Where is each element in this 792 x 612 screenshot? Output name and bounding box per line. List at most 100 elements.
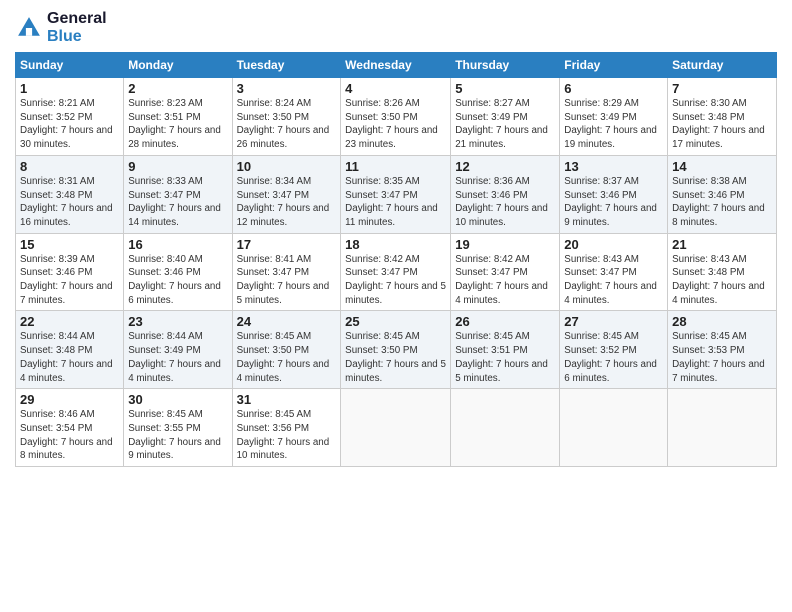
calendar-cell: 16 Sunrise: 8:40 AM Sunset: 3:46 PM Dayl…	[124, 233, 232, 311]
logo-text: General Blue	[47, 10, 107, 46]
day-info: Sunrise: 8:21 AM Sunset: 3:52 PM Dayligh…	[20, 97, 119, 152]
day-info: Sunrise: 8:44 AM Sunset: 3:49 PM Dayligh…	[128, 330, 227, 385]
calendar-cell	[668, 389, 777, 467]
day-number: 25	[345, 314, 446, 329]
day-info: Sunrise: 8:45 AM Sunset: 3:51 PM Dayligh…	[455, 330, 555, 385]
day-info: Sunrise: 8:39 AM Sunset: 3:46 PM Dayligh…	[20, 253, 119, 308]
day-info: Sunrise: 8:30 AM Sunset: 3:48 PM Dayligh…	[672, 97, 772, 152]
day-info: Sunrise: 8:44 AM Sunset: 3:48 PM Dayligh…	[20, 330, 119, 385]
weekday-header-saturday: Saturday	[668, 53, 777, 78]
day-info: Sunrise: 8:27 AM Sunset: 3:49 PM Dayligh…	[455, 97, 555, 152]
day-number: 21	[672, 237, 772, 252]
day-number: 5	[455, 81, 555, 96]
day-number: 30	[128, 392, 227, 407]
day-number: 6	[564, 81, 663, 96]
calendar-body: 1 Sunrise: 8:21 AM Sunset: 3:52 PM Dayli…	[16, 78, 777, 467]
day-number: 7	[672, 81, 772, 96]
day-number: 3	[237, 81, 337, 96]
day-number: 26	[455, 314, 555, 329]
calendar-page: General Blue SundayMondayTuesdayWednesda…	[0, 0, 792, 612]
calendar-cell: 4 Sunrise: 8:26 AM Sunset: 3:50 PM Dayli…	[341, 78, 451, 156]
day-number: 13	[564, 159, 663, 174]
day-info: Sunrise: 8:43 AM Sunset: 3:47 PM Dayligh…	[564, 253, 663, 308]
calendar-cell: 26 Sunrise: 8:45 AM Sunset: 3:51 PM Dayl…	[451, 311, 560, 389]
day-number: 22	[20, 314, 119, 329]
day-number: 19	[455, 237, 555, 252]
day-number: 18	[345, 237, 446, 252]
calendar-cell: 10 Sunrise: 8:34 AM Sunset: 3:47 PM Dayl…	[232, 155, 341, 233]
day-number: 9	[128, 159, 227, 174]
day-info: Sunrise: 8:45 AM Sunset: 3:52 PM Dayligh…	[564, 330, 663, 385]
day-info: Sunrise: 8:24 AM Sunset: 3:50 PM Dayligh…	[237, 97, 337, 152]
day-number: 15	[20, 237, 119, 252]
day-info: Sunrise: 8:26 AM Sunset: 3:50 PM Dayligh…	[345, 97, 446, 152]
day-info: Sunrise: 8:45 AM Sunset: 3:50 PM Dayligh…	[345, 330, 446, 385]
calendar-cell: 30 Sunrise: 8:45 AM Sunset: 3:55 PM Dayl…	[124, 389, 232, 467]
day-info: Sunrise: 8:46 AM Sunset: 3:54 PM Dayligh…	[20, 408, 119, 463]
day-info: Sunrise: 8:45 AM Sunset: 3:53 PM Dayligh…	[672, 330, 772, 385]
calendar-cell: 13 Sunrise: 8:37 AM Sunset: 3:46 PM Dayl…	[560, 155, 668, 233]
day-number: 11	[345, 159, 446, 174]
day-info: Sunrise: 8:42 AM Sunset: 3:47 PM Dayligh…	[345, 253, 446, 308]
day-info: Sunrise: 8:33 AM Sunset: 3:47 PM Dayligh…	[128, 175, 227, 230]
day-number: 8	[20, 159, 119, 174]
day-number: 16	[128, 237, 227, 252]
calendar-cell: 8 Sunrise: 8:31 AM Sunset: 3:48 PM Dayli…	[16, 155, 124, 233]
calendar-cell: 12 Sunrise: 8:36 AM Sunset: 3:46 PM Dayl…	[451, 155, 560, 233]
calendar-cell: 23 Sunrise: 8:44 AM Sunset: 3:49 PM Dayl…	[124, 311, 232, 389]
day-number: 27	[564, 314, 663, 329]
calendar-week-4: 22 Sunrise: 8:44 AM Sunset: 3:48 PM Dayl…	[16, 311, 777, 389]
day-number: 4	[345, 81, 446, 96]
calendar-cell	[341, 389, 451, 467]
calendar-cell: 20 Sunrise: 8:43 AM Sunset: 3:47 PM Dayl…	[560, 233, 668, 311]
weekday-header-thursday: Thursday	[451, 53, 560, 78]
day-number: 29	[20, 392, 119, 407]
calendar-cell: 24 Sunrise: 8:45 AM Sunset: 3:50 PM Dayl…	[232, 311, 341, 389]
calendar-table: SundayMondayTuesdayWednesdayThursdayFrid…	[15, 52, 777, 467]
day-info: Sunrise: 8:35 AM Sunset: 3:47 PM Dayligh…	[345, 175, 446, 230]
day-info: Sunrise: 8:38 AM Sunset: 3:46 PM Dayligh…	[672, 175, 772, 230]
day-info: Sunrise: 8:43 AM Sunset: 3:48 PM Dayligh…	[672, 253, 772, 308]
day-info: Sunrise: 8:37 AM Sunset: 3:46 PM Dayligh…	[564, 175, 663, 230]
calendar-cell: 21 Sunrise: 8:43 AM Sunset: 3:48 PM Dayl…	[668, 233, 777, 311]
day-info: Sunrise: 8:34 AM Sunset: 3:47 PM Dayligh…	[237, 175, 337, 230]
calendar-cell: 19 Sunrise: 8:42 AM Sunset: 3:47 PM Dayl…	[451, 233, 560, 311]
calendar-cell: 9 Sunrise: 8:33 AM Sunset: 3:47 PM Dayli…	[124, 155, 232, 233]
calendar-cell: 2 Sunrise: 8:23 AM Sunset: 3:51 PM Dayli…	[124, 78, 232, 156]
day-info: Sunrise: 8:42 AM Sunset: 3:47 PM Dayligh…	[455, 253, 555, 308]
day-number: 1	[20, 81, 119, 96]
day-info: Sunrise: 8:41 AM Sunset: 3:47 PM Dayligh…	[237, 253, 337, 308]
calendar-cell: 14 Sunrise: 8:38 AM Sunset: 3:46 PM Dayl…	[668, 155, 777, 233]
weekday-header-friday: Friday	[560, 53, 668, 78]
logo: General Blue	[15, 10, 107, 46]
day-number: 2	[128, 81, 227, 96]
calendar-week-3: 15 Sunrise: 8:39 AM Sunset: 3:46 PM Dayl…	[16, 233, 777, 311]
page-header: General Blue	[15, 10, 777, 46]
day-number: 31	[237, 392, 337, 407]
calendar-cell: 27 Sunrise: 8:45 AM Sunset: 3:52 PM Dayl…	[560, 311, 668, 389]
calendar-cell: 22 Sunrise: 8:44 AM Sunset: 3:48 PM Dayl…	[16, 311, 124, 389]
day-number: 12	[455, 159, 555, 174]
day-number: 28	[672, 314, 772, 329]
calendar-cell	[451, 389, 560, 467]
day-number: 23	[128, 314, 227, 329]
calendar-cell: 15 Sunrise: 8:39 AM Sunset: 3:46 PM Dayl…	[16, 233, 124, 311]
day-info: Sunrise: 8:45 AM Sunset: 3:55 PM Dayligh…	[128, 408, 227, 463]
day-number: 17	[237, 237, 337, 252]
day-number: 10	[237, 159, 337, 174]
day-info: Sunrise: 8:23 AM Sunset: 3:51 PM Dayligh…	[128, 97, 227, 152]
calendar-cell: 31 Sunrise: 8:45 AM Sunset: 3:56 PM Dayl…	[232, 389, 341, 467]
weekday-header-sunday: Sunday	[16, 53, 124, 78]
weekday-header-row: SundayMondayTuesdayWednesdayThursdayFrid…	[16, 53, 777, 78]
calendar-cell: 29 Sunrise: 8:46 AM Sunset: 3:54 PM Dayl…	[16, 389, 124, 467]
weekday-header-wednesday: Wednesday	[341, 53, 451, 78]
calendar-cell: 3 Sunrise: 8:24 AM Sunset: 3:50 PM Dayli…	[232, 78, 341, 156]
weekday-header-monday: Monday	[124, 53, 232, 78]
day-number: 20	[564, 237, 663, 252]
day-info: Sunrise: 8:45 AM Sunset: 3:56 PM Dayligh…	[237, 408, 337, 463]
day-info: Sunrise: 8:36 AM Sunset: 3:46 PM Dayligh…	[455, 175, 555, 230]
calendar-cell: 1 Sunrise: 8:21 AM Sunset: 3:52 PM Dayli…	[16, 78, 124, 156]
day-info: Sunrise: 8:31 AM Sunset: 3:48 PM Dayligh…	[20, 175, 119, 230]
day-number: 14	[672, 159, 772, 174]
calendar-cell: 7 Sunrise: 8:30 AM Sunset: 3:48 PM Dayli…	[668, 78, 777, 156]
